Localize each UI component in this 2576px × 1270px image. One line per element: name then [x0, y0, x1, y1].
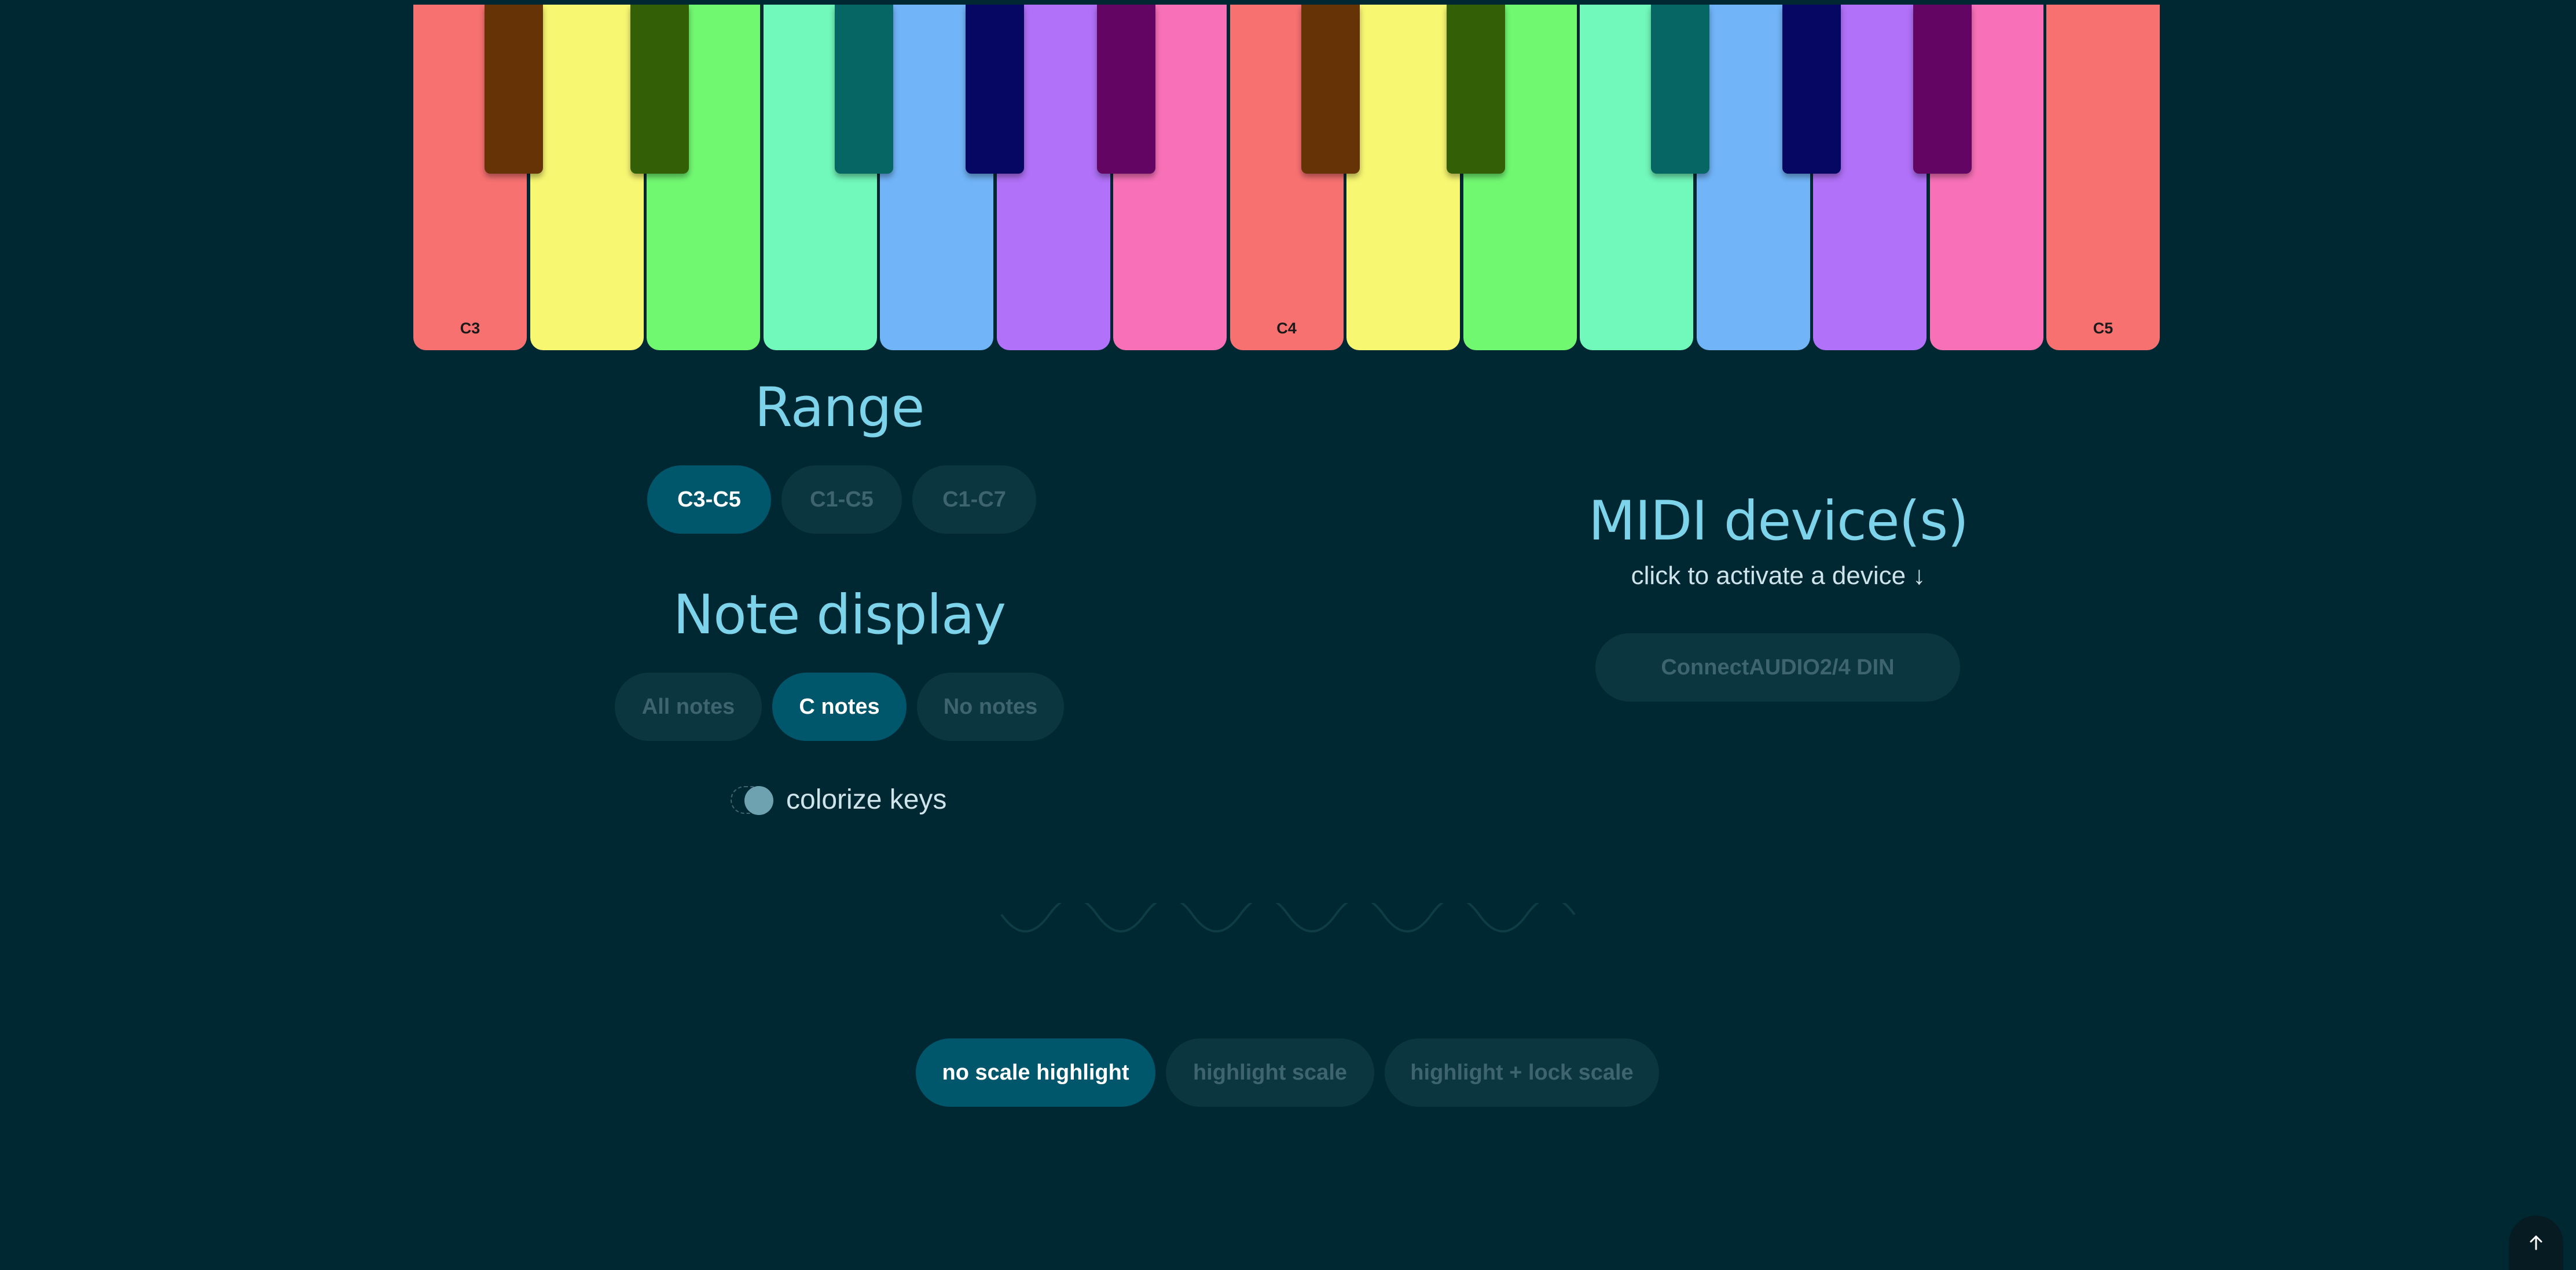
piano-key-white[interactable] [1346, 5, 1460, 350]
note-label: C5 [2093, 320, 2113, 337]
piano-key-black[interactable] [966, 5, 1025, 174]
range-c1-c5-button[interactable]: C1-C5 [781, 465, 902, 534]
wave-divider-icon [1000, 903, 1576, 933]
piano-key-white[interactable] [530, 5, 644, 350]
arrow-up-icon [2530, 1235, 2542, 1250]
note-display-options: All notes C notes No notes [615, 673, 1064, 741]
piano-key-black[interactable] [1096, 5, 1155, 174]
midi-device-connectaudio2-4-din-button[interactable]: ConnectAUDIO2/4 DIN [1595, 633, 1960, 702]
midi-devices-subtitle: click to activate a device ↓ [1631, 561, 1926, 590]
midi-devices-title: MIDI device(s) [1588, 490, 1969, 553]
scale-highlight-scale-button[interactable]: highlight scale [1166, 1038, 1374, 1107]
note-display-no-notes-button[interactable]: No notes [917, 673, 1064, 741]
note-label: C4 [1276, 320, 1297, 337]
note-display-all-notes-button[interactable]: All notes [615, 673, 762, 741]
midi-device-list: ConnectAUDIO2/4 DIN [1595, 633, 1960, 702]
scroll-to-top-button[interactable] [2509, 1216, 2563, 1270]
scale-highlight-options: no scale highlight highlight scale highlig… [916, 1038, 1659, 1107]
piano-key-black[interactable] [1651, 5, 1710, 174]
scale-highlight-lock-scale-button[interactable]: highlight + lock scale [1385, 1038, 1659, 1107]
piano-key-black[interactable] [485, 5, 544, 174]
piano-key-black[interactable] [1782, 5, 1841, 174]
note-display-title: Note display [673, 583, 1006, 647]
piano-key-black[interactable] [630, 5, 689, 174]
piano-keyboard: C3 C4 C5 [413, 5, 2163, 350]
piano-key-black[interactable] [1301, 5, 1360, 174]
piano-key-black[interactable] [834, 5, 893, 174]
piano-key-black[interactable] [1913, 5, 1972, 174]
piano-key-white[interactable]: C5 [2046, 5, 2160, 350]
range-c1-c7-button[interactable]: C1-C7 [912, 465, 1036, 534]
toggle-knob [744, 786, 773, 815]
note-display-c-notes-button[interactable]: C notes [772, 673, 907, 741]
colorize-keys-label: colorize keys [786, 784, 947, 815]
colorize-keys-toggle[interactable]: colorize keys [731, 784, 946, 816]
range-options: C3-C5 C1-C5 C1-C7 [647, 465, 1036, 534]
note-label: C3 [460, 320, 480, 337]
piano-key-black[interactable] [1447, 5, 1506, 174]
toggle-track[interactable] [731, 786, 773, 815]
range-title: Range [754, 376, 925, 439]
range-c3-c5-button[interactable]: C3-C5 [647, 465, 771, 534]
scale-no-scale-highlight-button[interactable]: no scale highlight [916, 1038, 1155, 1107]
